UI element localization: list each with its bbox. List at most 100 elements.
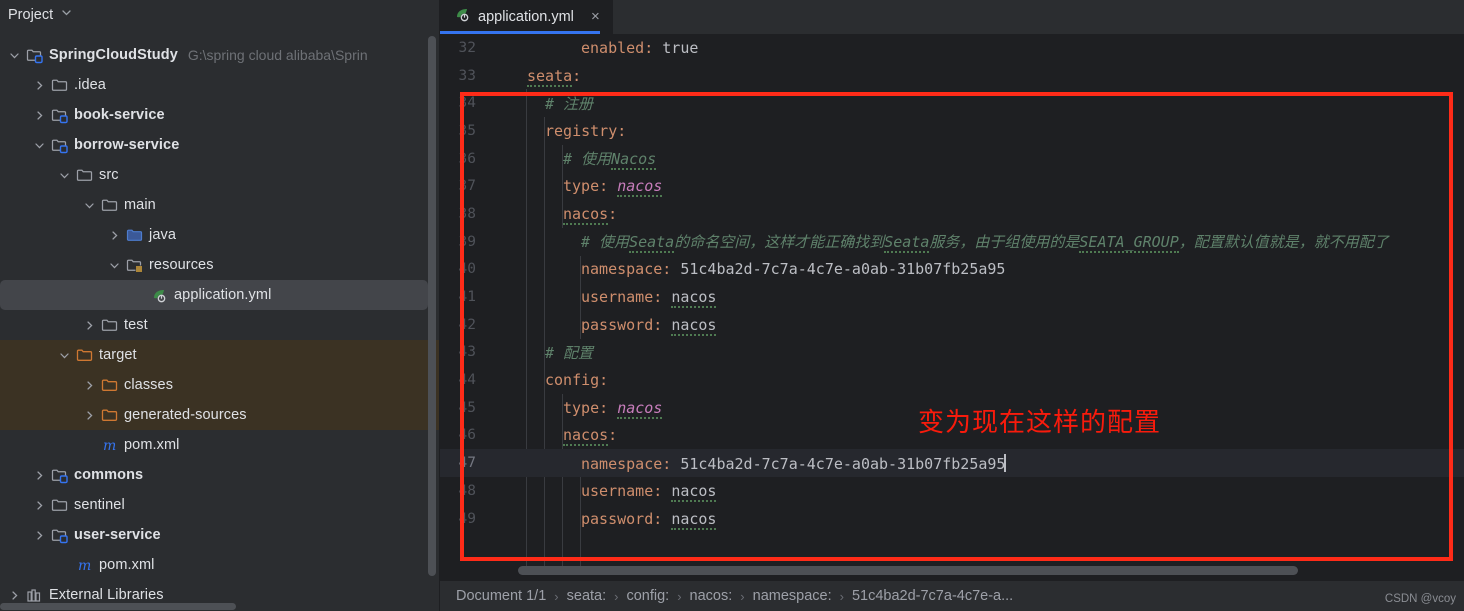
code-token: username: xyxy=(581,288,663,307)
line-number: 46 xyxy=(458,427,476,444)
code-token: Seata xyxy=(629,233,675,254)
code-token: # 使用 xyxy=(563,150,612,169)
tree-item-user-service[interactable]: user-service xyxy=(0,520,440,550)
sidebar-horizontal-scrollbar[interactable] xyxy=(0,603,236,610)
line-number: 47 xyxy=(458,455,476,472)
tree-item-borrow-service[interactable]: borrow-service xyxy=(0,130,440,160)
code-line[interactable]: 33 seata: xyxy=(440,62,1464,90)
code-line[interactable]: 44 config: xyxy=(440,366,1464,394)
chevron-right-icon[interactable] xyxy=(33,109,46,122)
code-token: nacos xyxy=(671,315,717,336)
chevron-down-icon[interactable] xyxy=(58,169,71,182)
chevron-right-icon[interactable] xyxy=(33,79,46,92)
excluded-folder-icon xyxy=(76,347,94,364)
close-icon[interactable]: × xyxy=(588,9,603,25)
sidebar-vertical-scrollbar[interactable] xyxy=(428,36,436,576)
chevron-right-icon[interactable] xyxy=(83,319,96,332)
code-text: registry: xyxy=(545,122,626,140)
chevron-down-icon[interactable] xyxy=(108,259,121,272)
code-token: : xyxy=(608,204,618,223)
breadcrumb-item[interactable]: seata: xyxy=(567,588,607,604)
chevron-right-icon[interactable] xyxy=(83,379,96,392)
tree-item-label: External Libraries xyxy=(49,587,164,603)
tree-item-java[interactable]: java xyxy=(0,220,440,250)
folder-icon xyxy=(76,167,94,184)
code-text: type: nacos xyxy=(563,177,663,198)
code-line[interactable]: 32 enabled: true xyxy=(440,34,1464,62)
chevron-down-icon[interactable] xyxy=(33,139,46,152)
tree-item-target[interactable]: target xyxy=(0,340,440,370)
module-folder-icon xyxy=(51,107,69,124)
module-folder-icon xyxy=(51,137,69,154)
code-line[interactable]: 40 namespace: 51c4ba2d-7c7a-4c7e-a0ab-31b… xyxy=(440,256,1464,284)
code-line[interactable]: 47 namespace: 51c4ba2d-7c7a-4c7e-a0ab-31b… xyxy=(440,449,1464,477)
breadcrumb-item[interactable]: nacos: xyxy=(690,588,733,604)
chevron-down-icon[interactable] xyxy=(83,199,96,212)
code-line[interactable]: 42 password: nacos xyxy=(440,311,1464,339)
tree-item-label: src xyxy=(99,167,119,183)
tree-item-label: classes xyxy=(124,377,174,393)
tree-item-main[interactable]: main xyxy=(0,190,440,220)
code-token: type: xyxy=(563,398,609,417)
chevron-right-icon[interactable] xyxy=(33,469,46,482)
code-line[interactable]: 41 username: nacos xyxy=(440,283,1464,311)
project-panel-header[interactable]: Project xyxy=(0,0,440,30)
code-text: username: nacos xyxy=(581,481,717,502)
chevron-down-icon[interactable] xyxy=(58,349,71,362)
tree-item-book-service[interactable]: book-service xyxy=(0,100,440,130)
code-line[interactable]: 37 type: nacos xyxy=(440,172,1464,200)
tree-item-sentinel[interactable]: sentinel xyxy=(0,490,440,520)
code-line[interactable]: 36 # 使用Nacos xyxy=(440,145,1464,173)
tree-item-src[interactable]: src xyxy=(0,160,440,190)
project-panel-title: Project xyxy=(8,7,54,23)
code-token: type: xyxy=(563,177,609,196)
code-token: # 注册 xyxy=(545,94,594,113)
tree-item-pom-xml[interactable]: m pom.xml xyxy=(0,430,440,460)
code-line[interactable]: 48 username: nacos xyxy=(440,477,1464,505)
tree-item-idea[interactable]: .idea xyxy=(0,70,440,100)
library-icon xyxy=(26,587,44,604)
chevron-right-icon[interactable] xyxy=(108,229,121,242)
chevron-right-icon[interactable] xyxy=(83,409,96,422)
chevron-down-icon[interactable] xyxy=(61,7,72,21)
line-number: 49 xyxy=(458,510,476,527)
code-token: : xyxy=(572,66,582,85)
code-line[interactable]: 38 nacos: xyxy=(440,200,1464,228)
breadcrumb-item[interactable]: Document 1/1 xyxy=(456,588,546,604)
code-line[interactable]: 39 # 使用Seata的命名空间，这样才能正确找到Seata服务，由于组使用的是… xyxy=(440,228,1464,256)
chevron-down-icon[interactable] xyxy=(8,49,21,62)
editor-horizontal-scrollbar[interactable] xyxy=(518,566,1298,575)
tree-item-springcloudstudy[interactable]: SpringCloudStudy G:\spring cloud alibaba\… xyxy=(0,40,440,70)
code-token: registry: xyxy=(545,121,627,140)
code-editor[interactable]: 32 enabled: true 33 seata: 34 # 注册 35 registry:… xyxy=(440,34,1464,567)
excluded-folder-icon xyxy=(101,377,119,394)
chevron-right-icon[interactable] xyxy=(8,589,21,602)
code-line[interactable]: 49 password: nacos xyxy=(440,505,1464,533)
spring-yaml-icon xyxy=(454,6,471,28)
code-text: enabled: true xyxy=(581,39,698,57)
tree-item-resources[interactable]: resources xyxy=(0,250,440,280)
code-text: nacos: xyxy=(563,426,617,447)
tree-item-label: generated-sources xyxy=(124,407,247,423)
code-line[interactable]: 34 # 注册 xyxy=(440,89,1464,117)
chevron-right-icon[interactable] xyxy=(33,529,46,542)
tree-item-classes[interactable]: classes xyxy=(0,370,440,400)
folder-icon xyxy=(51,497,69,514)
tree-item-generated-sources[interactable]: generated-sources xyxy=(0,400,440,430)
code-line[interactable]: 43 # 配置 xyxy=(440,339,1464,367)
breadcrumb-item[interactable]: namespace: xyxy=(753,588,832,604)
tree-item-commons[interactable]: commons xyxy=(0,460,440,490)
tree-item-pom-xml[interactable]: m pom.xml xyxy=(0,550,440,580)
tree-item-label: main xyxy=(124,197,156,213)
breadcrumb-item[interactable]: 51c4ba2d-7c7a-4c7e-a... xyxy=(852,588,1013,604)
breadcrumb-item[interactable]: config: xyxy=(626,588,669,604)
module-folder-icon xyxy=(51,527,69,544)
tree-item-application-yml[interactable]: application.yml xyxy=(0,280,428,310)
tab-application-yml[interactable]: application.yml × xyxy=(440,0,613,34)
tree-item-test[interactable]: test xyxy=(0,310,440,340)
chevron-right-icon[interactable] xyxy=(33,499,46,512)
code-line[interactable]: 35 registry: xyxy=(440,117,1464,145)
